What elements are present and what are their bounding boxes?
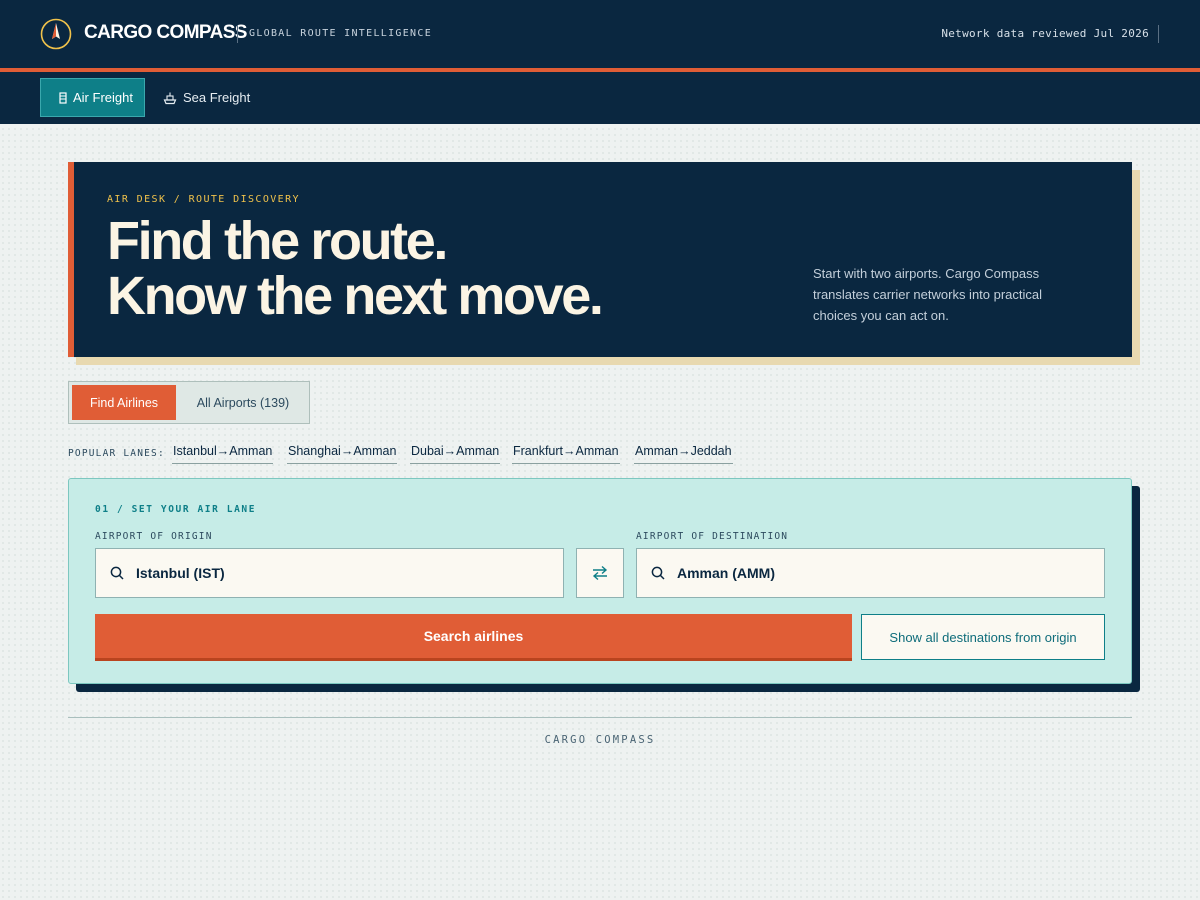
swap-airports-button[interactable] <box>576 548 624 598</box>
compass-logo-icon <box>40 18 72 50</box>
arrow-right-icon: → <box>340 444 354 458</box>
tab-sea-freight-label: Sea Freight <box>183 90 251 105</box>
lane-destination: Amman <box>229 444 273 458</box>
arrow-right-icon: → <box>443 444 457 458</box>
search-airlines-button[interactable]: Search airlines <box>95 614 852 661</box>
search-mode-toggle: Find Airlines All Airports (139) <box>68 381 310 424</box>
swap-arrows-icon <box>592 565 608 581</box>
lane-origin: Shanghai <box>288 444 341 458</box>
footer-brand: CARGO COMPASS <box>544 734 656 746</box>
route-search-card: 01 / SET YOUR AIR LANE AIRPORT OF ORIGIN… <box>68 478 1132 684</box>
origin-value: Istanbul (IST) <box>136 565 225 581</box>
search-icon <box>110 566 124 580</box>
data-reviewed-note: Network data reviewed Jul 2026 <box>941 27 1149 40</box>
ship-icon <box>163 92 177 104</box>
hero-description: Start with two airports. Cargo Compass t… <box>813 266 1043 323</box>
find-airlines-button[interactable]: Find Airlines <box>72 385 176 420</box>
lane-link[interactable]: Dubai→Amman <box>410 444 501 464</box>
lane-origin: Frankfurt <box>513 444 564 458</box>
plane-icon <box>59 91 67 104</box>
lane-destination: Amman <box>456 444 500 458</box>
lane-origin: Istanbul <box>173 444 217 458</box>
search-icon <box>651 566 665 580</box>
arrow-right-icon: → <box>216 444 230 458</box>
reviewed-divider <box>1158 25 1159 43</box>
brand-name[interactable]: CARGO COMPASS <box>84 22 247 44</box>
destination-value: Amman (AMM) <box>677 565 775 581</box>
footer-divider <box>68 717 1132 718</box>
lane-origin: Amman <box>635 444 679 458</box>
step-label: 01 / SET YOUR AIR LANE <box>95 504 257 515</box>
origin-label: AIRPORT OF ORIGIN <box>95 531 213 542</box>
all-airports-button[interactable]: All Airports (139) <box>179 385 307 420</box>
lane-destination: Amman <box>353 444 397 458</box>
hero-title: Find the route. Know the next move. <box>107 211 604 326</box>
hero-kicker: AIR DESK / ROUTE DISCOVERY <box>107 194 300 205</box>
destination-airport-input[interactable]: Amman (AMM) <box>636 548 1105 598</box>
lane-link[interactable]: Frankfurt→Amman <box>512 444 620 464</box>
destination-label: AIRPORT OF DESTINATION <box>636 531 789 542</box>
arrow-right-icon: → <box>678 444 691 458</box>
hero-banner: AIR DESK / ROUTE DISCOVERY Find the rout… <box>68 162 1132 357</box>
freight-mode-nav: Air Freight Sea Freight <box>0 72 1200 124</box>
hero-title-line-2: Know the next move. <box>107 266 604 326</box>
tab-sea-freight[interactable]: Sea Freight <box>163 78 250 117</box>
lane-destination: Amman <box>575 444 619 458</box>
lane-destination: Jeddah <box>690 444 732 458</box>
lane-link[interactable]: Istanbul→Amman <box>172 444 274 464</box>
top-header: CARGO COMPASS GLOBAL ROUTE INTELLIGENCE … <box>0 0 1200 68</box>
hero-title-line-1: Find the route. <box>107 211 448 271</box>
lane-origin: Dubai <box>411 444 444 458</box>
tab-air-freight-label: Air Freight <box>73 90 133 105</box>
arrow-right-icon: → <box>563 444 576 458</box>
tab-air-freight[interactable]: Air Freight <box>40 78 145 117</box>
lane-link[interactable]: Amman→Jeddah <box>634 444 733 464</box>
brand-divider <box>237 25 238 43</box>
show-all-destinations-button[interactable]: Show all destinations from origin <box>861 614 1105 660</box>
lane-link[interactable]: Shanghai→Amman <box>287 444 398 464</box>
brand-tagline: GLOBAL ROUTE INTELLIGENCE <box>249 28 433 39</box>
origin-airport-input[interactable]: Istanbul (IST) <box>95 548 564 598</box>
popular-lanes-label: POPULAR LANES: <box>68 448 165 459</box>
